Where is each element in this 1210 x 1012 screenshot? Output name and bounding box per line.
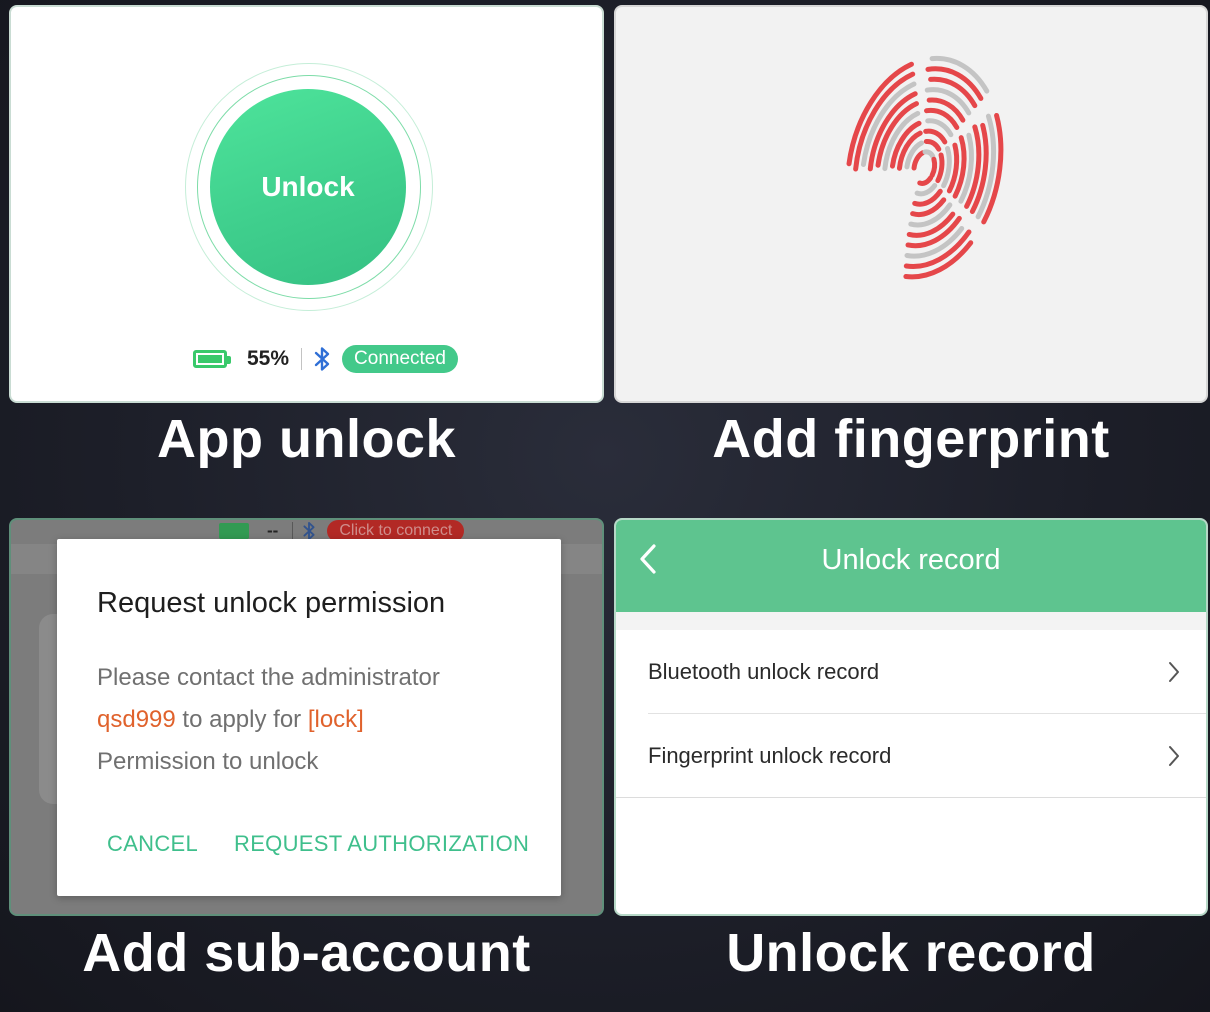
list-divider	[648, 713, 1206, 714]
dialog-title: Request unlock permission	[97, 587, 446, 619]
dialog-line-2: qsd999 to apply for [lock]	[97, 699, 440, 741]
fingerprint-ridge	[923, 139, 942, 152]
record-header: Unlock record	[616, 520, 1206, 612]
bluetooth-icon	[303, 522, 315, 540]
list-item-label: Fingerprint unlock record	[648, 743, 892, 768]
dialog-line-2-text: to apply for	[175, 706, 308, 733]
bluetooth-icon	[314, 347, 330, 371]
admin-name: qsd999	[97, 706, 176, 733]
status-divider	[292, 522, 294, 540]
battery-percent: 55%	[247, 347, 290, 370]
battery-icon	[193, 350, 231, 368]
request-permission-dialog: Request unlock permission Please contact…	[57, 539, 561, 896]
fingerprint-ridge	[922, 149, 936, 160]
list-item-bluetooth-record[interactable]: Bluetooth unlock record	[616, 631, 1206, 713]
fingerprint-ridge	[929, 156, 938, 178]
chevron-right-icon	[1169, 662, 1179, 682]
caption-unlock-record: Unlock record	[726, 923, 1096, 983]
unlock-button[interactable]: Unlock	[210, 89, 406, 285]
dialog-line-1: Please contact the administrator	[97, 664, 440, 691]
sub-account-screen: -- Click to connect Request unlock permi…	[9, 518, 604, 916]
battery-fill	[198, 355, 222, 363]
caption-add-sub-account: Add sub-account	[82, 923, 531, 983]
record-header-title: Unlock record	[821, 544, 1001, 576]
fingerprint-ridge	[917, 175, 934, 186]
lock-name: [lock]	[307, 706, 364, 733]
dialog-message: Please contact the administrator qsd999 …	[97, 657, 440, 783]
add-fingerprint-screen	[614, 5, 1208, 403]
battery-value: --	[267, 521, 279, 540]
caption-app-unlock: App unlock	[157, 409, 456, 469]
list-item-label: Bluetooth unlock record	[648, 659, 880, 684]
fingerprint-ridges	[846, 55, 1004, 280]
fingerprint-ridge	[911, 150, 926, 171]
chevron-right-icon	[1169, 746, 1179, 766]
caption-add-fingerprint: Add fingerprint	[712, 409, 1110, 469]
battery-icon	[219, 523, 249, 539]
fingerprint-icon	[846, 55, 1004, 280]
status-divider	[301, 348, 303, 370]
header-spacer	[616, 612, 1206, 630]
cancel-button[interactable]: CANCEL	[107, 831, 198, 857]
request-authorization-button[interactable]: REQUEST AUTHORIZATION	[234, 831, 529, 857]
connection-status-badge: Connected	[342, 345, 458, 373]
list-bottom-divider	[616, 797, 1206, 798]
app-unlock-screen: Unlock 55% Connected	[9, 5, 604, 403]
list-item-fingerprint-record[interactable]: Fingerprint unlock record	[616, 715, 1206, 797]
device-status-row: 55% Connected	[193, 343, 458, 375]
fingerprint-ridge	[935, 152, 945, 184]
dialog-line-3: Permission to unlock	[97, 748, 319, 775]
unlock-record-screen: Unlock record Bluetooth unlock record Fi…	[614, 518, 1208, 916]
